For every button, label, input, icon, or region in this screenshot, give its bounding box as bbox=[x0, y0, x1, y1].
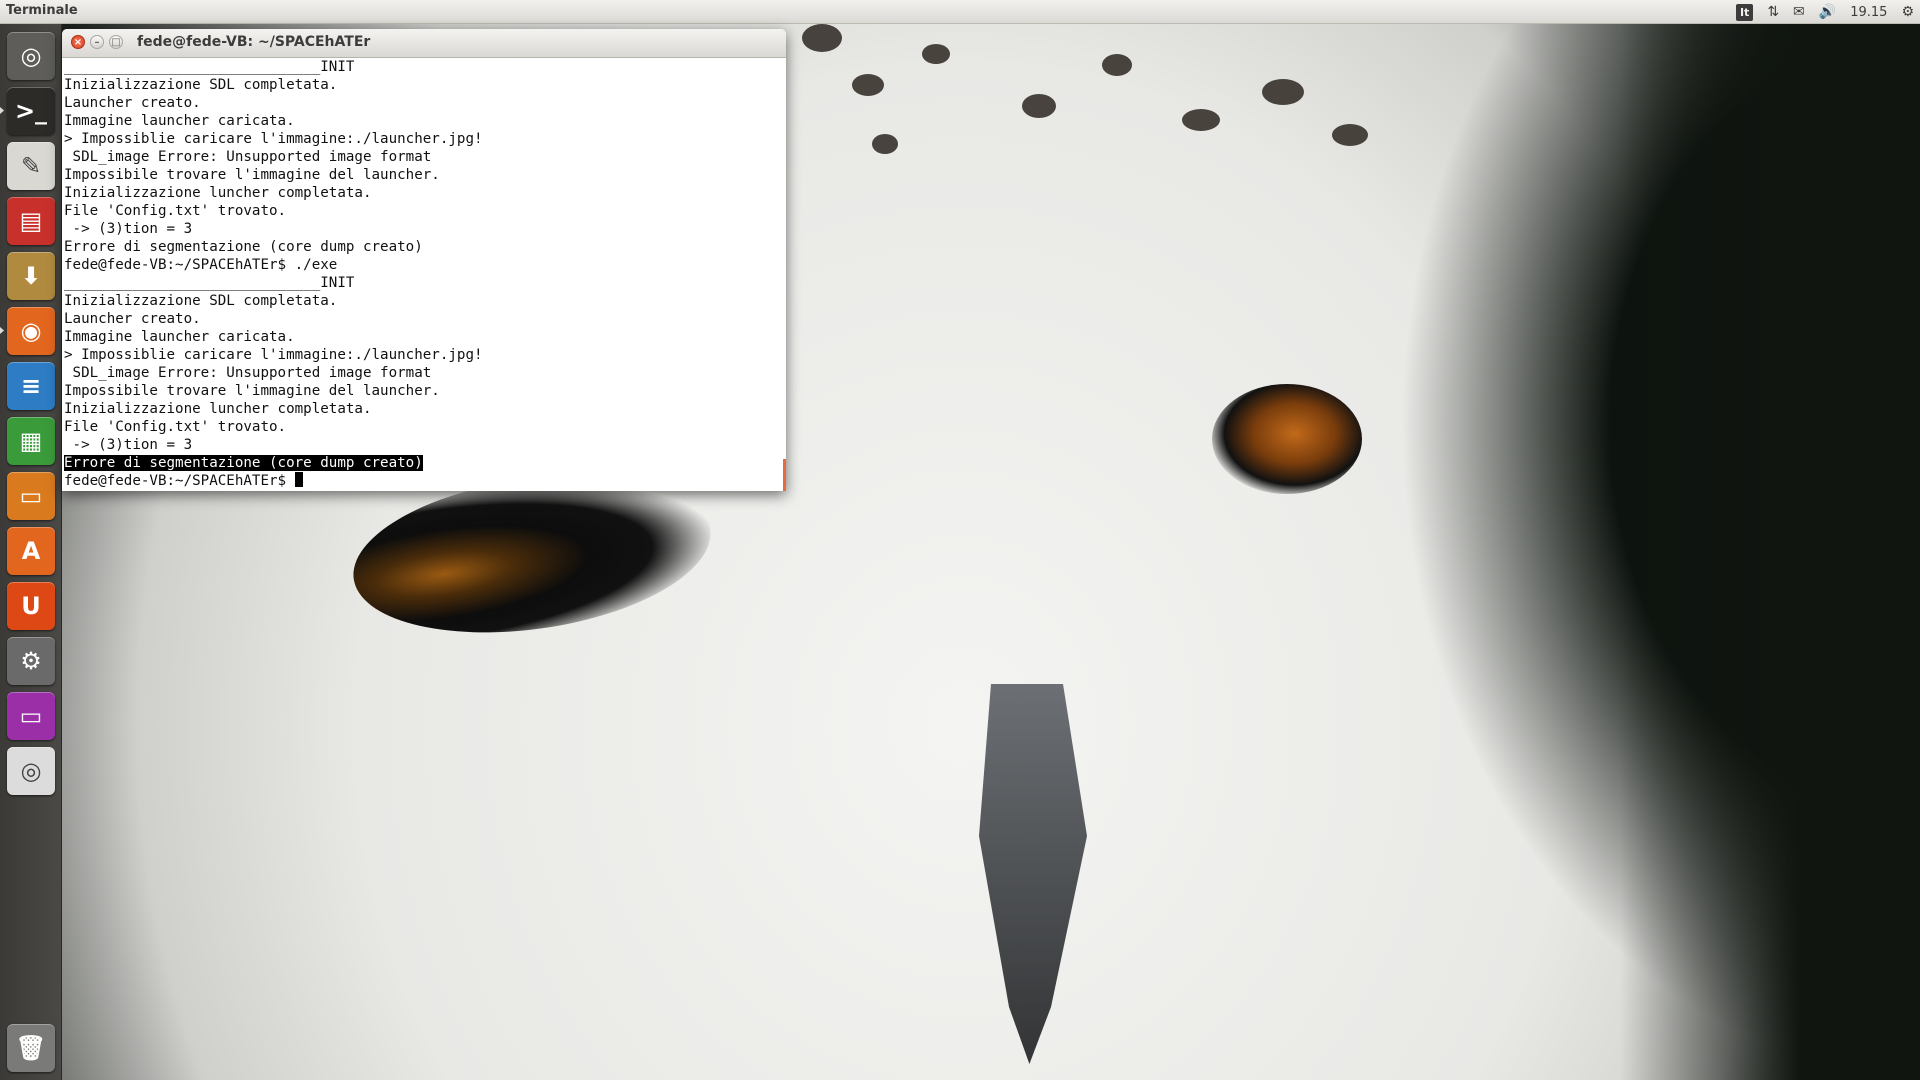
terminal-line: File 'Config.txt' trovato. bbox=[64, 419, 287, 435]
feather-speck bbox=[1022, 94, 1056, 118]
terminal-icon[interactable]: >_ bbox=[7, 87, 55, 135]
terminal-line: Launcher creato. bbox=[64, 311, 201, 327]
window-titlebar[interactable]: × – □ fede@fede-VB: ~/SPACEhATEr bbox=[62, 29, 786, 58]
feather-speck bbox=[1332, 124, 1368, 146]
terminal-line: > Impossiblie caricare l'immagine:./laun… bbox=[64, 131, 483, 147]
feather-speck bbox=[1262, 79, 1304, 105]
text-editor-icon[interactable]: ✎ bbox=[7, 142, 55, 190]
system-settings-icon[interactable]: ⚙ bbox=[7, 637, 55, 685]
terminal-line: fede@fede-VB:~/SPACEhATEr$ ./exe bbox=[64, 257, 338, 273]
running-indicator bbox=[0, 327, 4, 334]
feather-speck bbox=[852, 74, 884, 96]
terminal-line: SDL_image Errore: Unsupported image form… bbox=[64, 365, 432, 381]
terminal-line: Inizializzazione SDL completata. bbox=[64, 293, 338, 309]
terminal-line: Impossibile trovare l'immagine del launc… bbox=[64, 383, 440, 399]
mail-icon[interactable]: ✉ bbox=[1793, 4, 1805, 20]
disc-icon[interactable]: ◎ bbox=[7, 747, 55, 795]
terminal-line: Impossibile trovare l'immagine del launc… bbox=[64, 167, 440, 183]
launcher-bar: ◎ >_ ✎ ▤ ⬇ ◉ ≡ ▦ ▭ A U ⚙ ▭ ◎ 🗑 bbox=[0, 24, 62, 1080]
terminal-line: SDL_image Errore: Unsupported image form… bbox=[64, 149, 432, 165]
feather-speck bbox=[1102, 54, 1132, 76]
owl-beak bbox=[979, 684, 1087, 1064]
terminal-prompt[interactable]: fede@fede-VB:~/SPACEhATEr$ bbox=[64, 472, 784, 490]
terminal-output[interactable]: ______________________________INIT Inizia… bbox=[62, 58, 786, 491]
terminal-line: Immagine launcher caricata. bbox=[64, 329, 295, 345]
maximize-button[interactable]: □ bbox=[109, 35, 123, 49]
dash-home-icon[interactable]: ◎ bbox=[7, 32, 55, 80]
terminal-line: File 'Config.txt' trovato. bbox=[64, 203, 287, 219]
close-button[interactable]: × bbox=[71, 35, 85, 49]
terminal-line: Inizializzazione SDL completata. bbox=[64, 77, 338, 93]
writer-icon[interactable]: ≡ bbox=[7, 362, 55, 410]
keyboard-layout-indicator[interactable]: It bbox=[1735, 3, 1754, 21]
dark-background bbox=[1620, 24, 1920, 1080]
terminal-line: -> (3)tion = 3 bbox=[64, 437, 193, 453]
terminal-window[interactable]: × – □ fede@fede-VB: ~/SPACEhATEr _______… bbox=[62, 29, 786, 491]
firefox-icon[interactable]: ◉ bbox=[7, 307, 55, 355]
scrollbar-marker[interactable] bbox=[783, 459, 786, 491]
terminal-line: > Impossiblie caricare l'immagine:./laun… bbox=[64, 347, 483, 363]
window-title: fede@fede-VB: ~/SPACEhATEr bbox=[137, 34, 371, 50]
file-manager-icon[interactable]: ▤ bbox=[7, 197, 55, 245]
active-app-title: Terminale bbox=[6, 3, 78, 18]
software-center-icon[interactable]: A bbox=[7, 527, 55, 575]
calc-icon[interactable]: ▦ bbox=[7, 417, 55, 465]
selected-text: Errore di segmentazione (core dump creat… bbox=[64, 455, 423, 471]
terminal-line-selected: Errore di segmentazione (core dump creat… bbox=[64, 454, 784, 472]
terminal-line: -> (3)tion = 3 bbox=[64, 221, 193, 237]
gear-icon[interactable]: ⚙ bbox=[1901, 4, 1914, 20]
text-cursor bbox=[294, 472, 303, 487]
owl-right-eye bbox=[1212, 384, 1362, 494]
terminal-line: ______________________________INIT bbox=[64, 275, 355, 291]
minimize-button[interactable]: – bbox=[90, 35, 104, 49]
feather-speck bbox=[1182, 109, 1220, 131]
terminal-line: Immagine launcher caricata. bbox=[64, 113, 295, 129]
trash-icon[interactable]: 🗑 bbox=[7, 1024, 55, 1072]
prompt-text: fede@fede-VB:~/SPACEhATEr$ bbox=[64, 473, 295, 489]
volume-icon[interactable]: 🔊 bbox=[1819, 4, 1836, 20]
indicator-area: It ⇅ ✉ 🔊 19.15 ⚙ bbox=[1735, 0, 1914, 24]
workspace-switcher-icon[interactable]: ▭ bbox=[7, 692, 55, 740]
feather-speck bbox=[922, 44, 950, 64]
network-arrows-icon[interactable]: ⇅ bbox=[1767, 4, 1779, 20]
ubuntu-one-icon[interactable]: U bbox=[7, 582, 55, 630]
feather-speck bbox=[802, 24, 842, 52]
clock[interactable]: 19.15 bbox=[1850, 5, 1887, 20]
archive-manager-icon[interactable]: ⬇ bbox=[7, 252, 55, 300]
impress-icon[interactable]: ▭ bbox=[7, 472, 55, 520]
feather-speck bbox=[872, 134, 898, 154]
running-indicator bbox=[0, 107, 4, 114]
terminal-line: Errore di segmentazione (core dump creat… bbox=[64, 239, 423, 255]
terminal-line: ______________________________INIT bbox=[64, 59, 355, 75]
terminal-line: Inizializzazione luncher completata. bbox=[64, 401, 372, 417]
terminal-line: Inizializzazione luncher completata. bbox=[64, 185, 372, 201]
top-panel: Terminale It ⇅ ✉ 🔊 19.15 ⚙ bbox=[0, 0, 1920, 24]
terminal-line: Launcher creato. bbox=[64, 95, 201, 111]
